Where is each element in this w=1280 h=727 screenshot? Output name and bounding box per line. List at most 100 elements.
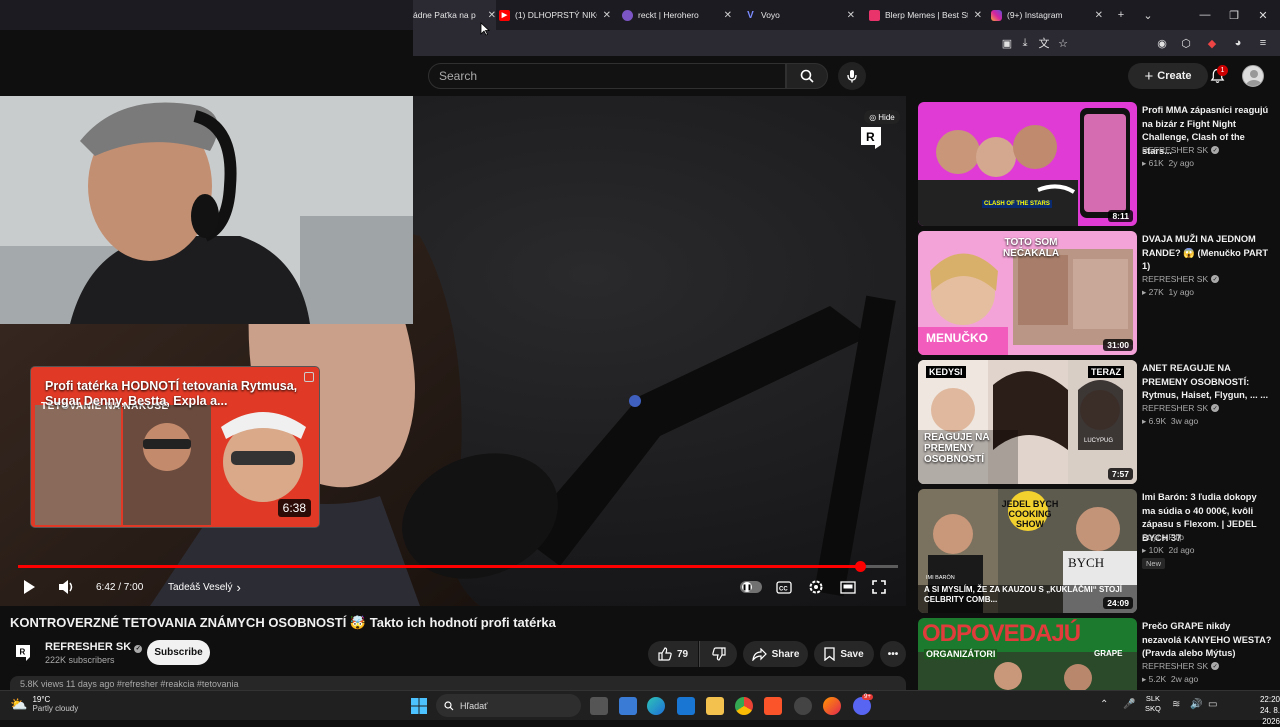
close-tab-icon[interactable]: ✕ <box>724 10 732 21</box>
search-button[interactable] <box>786 63 828 89</box>
video-thumbnail[interactable]: JEDEL BYCH COOKING SHOW IMI BARÓN BYCH A… <box>918 489 1137 613</box>
store-icon[interactable] <box>619 697 637 715</box>
minimize-button[interactable]: — <box>1190 0 1220 30</box>
recommended-video[interactable]: CLASH OF THE STARS 8:11 Profi MMA zápasn… <box>918 102 1278 226</box>
close-tab-icon[interactable]: ✕ <box>488 10 496 21</box>
channel-name[interactable]: REFRESHER SK ✓ <box>1142 661 1220 671</box>
wifi-icon[interactable]: ≋ <box>1172 699 1180 710</box>
firefox-icon[interactable] <box>823 697 841 715</box>
miniplayer-button[interactable] <box>840 576 856 598</box>
share-label: Share <box>771 648 800 660</box>
save-button[interactable]: Save <box>814 641 874 667</box>
browser-tab-herohero[interactable]: reckt | Herohero ✕ <box>622 0 732 30</box>
endcard-title: Profi tatérka HODNOTÍ tetovania Rytmusa,… <box>45 379 298 408</box>
video-thumbnail[interactable]: CLASH OF THE STARS 8:11 <box>918 102 1137 226</box>
tray-chevron-up-icon[interactable]: ⌃ <box>1100 699 1108 710</box>
like-button[interactable]: 79 <box>648 641 698 667</box>
channel-name[interactable]: Strýco Filip <box>1142 532 1184 542</box>
close-tab-icon[interactable]: ✕ <box>847 10 855 21</box>
volume-icon <box>59 580 73 594</box>
task-view-icon[interactable] <box>590 697 608 715</box>
voice-search-button[interactable] <box>838 62 866 90</box>
user-avatar[interactable] <box>1242 65 1264 87</box>
play-button[interactable] <box>22 576 36 598</box>
bookmark-star-icon[interactable]: ☆ <box>1056 36 1070 50</box>
video-thumbnail[interactable]: KEDYSI TERAZ REAGUJE NA PREMENY OSOBNOST… <box>918 360 1137 484</box>
recommended-video[interactable]: ODPOVEDAJÚ ORGANIZÁTORI GRAPE Prečo GRAP… <box>918 618 1278 690</box>
screenshot-icon[interactable]: ▣ <box>1000 36 1014 50</box>
download-icon[interactable]: ⤓ <box>1018 36 1032 50</box>
share-button[interactable]: Share <box>743 641 808 667</box>
browser-tab-instagram[interactable]: (9+) Instagram ✕ <box>991 0 1103 30</box>
channel-avatar[interactable]: R <box>10 640 36 666</box>
create-button[interactable]: + Create <box>1128 63 1208 89</box>
chrome-icon[interactable] <box>735 697 753 715</box>
battery-icon[interactable]: ▭ <box>1208 699 1217 710</box>
video-thumbnail[interactable]: ODPOVEDAJÚ ORGANIZÁTORI GRAPE <box>918 618 1137 690</box>
file-explorer-icon[interactable] <box>706 697 724 715</box>
clock[interactable]: 22:20 24. 8. 2026 <box>1240 694 1280 727</box>
search-icon <box>800 69 814 83</box>
windows-start-icon[interactable] <box>410 697 428 715</box>
settings-button[interactable] <box>808 576 824 598</box>
recommended-video[interactable]: JEDEL BYCH COOKING SHOW IMI BARÓN BYCH A… <box>918 489 1278 613</box>
captions-icon: CC <box>776 580 792 594</box>
extension-icon[interactable]: ◆ <box>1205 36 1219 50</box>
browser-tab-youtube[interactable]: ▶ (1) DLHOPRSTÝ NIKOLA ✕ <box>499 0 611 30</box>
extensions-icon[interactable]: ⬡ <box>1179 36 1193 50</box>
description-box[interactable]: 5.8K views 11 days ago #refresher #reakc… <box>10 676 906 690</box>
channel-name[interactable]: REFRESHER SK ✓ <box>45 641 143 653</box>
chapter-button[interactable]: Tadeáš Veselý › <box>168 576 241 598</box>
input-language[interactable]: SLK SKQ <box>1145 694 1161 714</box>
window-close-button[interactable]: ✕ <box>1248 0 1278 30</box>
volume-button[interactable] <box>58 576 76 598</box>
browser-tab-voyo[interactable]: V Voyo ✕ <box>745 0 855 30</box>
video-thumbnail[interactable]: TOTO SOM NEČAKALA MENUČKO 31:00 <box>918 231 1137 355</box>
microphone-tray-icon[interactable]: 🎤 <box>1123 699 1135 710</box>
video-title[interactable]: ANET REAGUJE NA PREMENY OSOBNOSTÍ: Rytmu… <box>1142 362 1272 403</box>
new-tab-button[interactable]: + <box>1106 0 1136 30</box>
account-icon[interactable]: ◉ <box>1155 36 1169 50</box>
dislike-button[interactable] <box>699 641 737 667</box>
tab-title: (1) DLHOPRSTÝ NIKOLA <box>515 10 597 20</box>
speaker-icon[interactable]: 🔊 <box>1190 699 1202 710</box>
video-player[interactable]: ◎ Hide R TETOVANIE NA NAKUSE Profi tatér… <box>0 96 906 606</box>
recommended-video[interactable]: KEDYSI TERAZ REAGUJE NA PREMENY OSOBNOST… <box>918 360 1278 484</box>
taskbar-search-input[interactable]: Hľadať <box>436 694 581 717</box>
youtube-icon: ▶ <box>499 9 510 21</box>
browser-tab-blerp[interactable]: Blerp Memes | Best Stre ✕ <box>869 0 982 30</box>
subscribe-button[interactable]: Subscribe <box>147 640 210 665</box>
seek-handle[interactable] <box>855 561 866 572</box>
channel-name[interactable]: REFRESHER SK ✓ <box>1142 403 1220 413</box>
video-title[interactable]: Prečo GRAPE nikdy nezavolá KANYEHO WESTA… <box>1142 620 1272 661</box>
maximize-button[interactable]: ❐ <box>1219 0 1249 30</box>
extension-icon[interactable]: ◕ <box>1231 36 1245 50</box>
view-count: 10K <box>1148 545 1164 555</box>
seek-bar[interactable] <box>18 561 898 572</box>
menu-icon[interactable]: ≡ <box>1256 36 1270 50</box>
channel-name[interactable]: REFRESHER SK ✓ <box>1142 274 1220 284</box>
endscreen-video-card[interactable]: TETOVANIE NA NAKUSE Profi tatérka HODNOT… <box>30 366 320 528</box>
hide-button[interactable]: ◎ Hide <box>864 110 900 124</box>
search-input[interactable]: Search <box>428 63 786 89</box>
close-tab-icon[interactable]: ✕ <box>603 10 611 21</box>
like-count: 79 <box>676 648 689 660</box>
browser-toolbar: ▣ ⤓ 文 ☆ ◉ ⬡ ◆ ◕ ≡ <box>413 30 1280 56</box>
close-tab-icon[interactable]: ✕ <box>974 10 982 21</box>
autoplay-toggle[interactable]: ❚❚ <box>740 576 762 598</box>
translate-icon[interactable]: 文 <box>1037 36 1051 50</box>
channel-name[interactable]: REFRESHER SK ✓ <box>1142 145 1220 155</box>
fullscreen-button[interactable] <box>872 576 886 598</box>
more-actions-button[interactable]: ••• <box>880 641 906 667</box>
edge-icon[interactable] <box>647 697 665 715</box>
tab-list-button[interactable]: ⌄ <box>1133 0 1163 30</box>
weather-widget[interactable]: ⛅ 19°C Partly cloudy <box>10 695 78 713</box>
tab-title: Blerp Memes | Best Stre <box>885 10 968 20</box>
close-tab-icon[interactable]: ✕ <box>1095 10 1103 21</box>
app-icon[interactable] <box>794 697 812 715</box>
video-title[interactable]: DVAJA MUŽI NA JEDNOM RANDE? 😱 (Menučko P… <box>1142 233 1272 274</box>
captions-button[interactable]: CC <box>776 576 792 598</box>
photos-icon[interactable] <box>677 697 695 715</box>
recommended-video[interactable]: TOTO SOM NEČAKALA MENUČKO 31:00 DVAJA MU… <box>918 231 1278 355</box>
brave-icon[interactable] <box>764 697 782 715</box>
